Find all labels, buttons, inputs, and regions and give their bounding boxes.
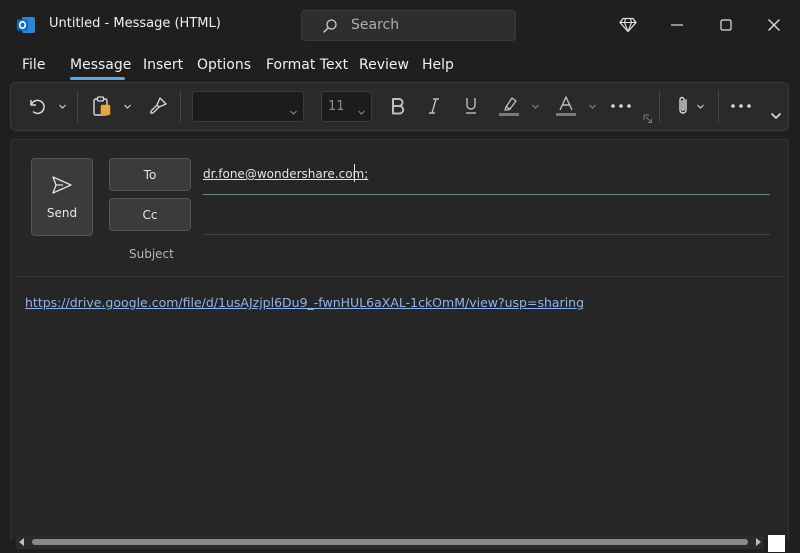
- send-label: Send: [46, 206, 78, 220]
- menu-message[interactable]: Message: [70, 57, 131, 73]
- menu-options[interactable]: Options: [197, 57, 251, 73]
- ribbon-divider: [180, 91, 181, 123]
- text-caret: [354, 164, 355, 182]
- premium-diamond-icon[interactable]: [616, 13, 640, 37]
- font-color-icon[interactable]: [553, 93, 579, 119]
- ribbon-divider: [77, 91, 78, 123]
- undo-dropdown-chevron-icon[interactable]: [56, 99, 68, 113]
- menu-help[interactable]: Help: [422, 57, 454, 73]
- scroll-left-arrow-icon[interactable]: [19, 538, 24, 546]
- close-icon[interactable]: [762, 13, 786, 37]
- font-size-value: 11: [328, 99, 345, 114]
- font-size-chevron-icon: [357, 102, 366, 115]
- font-name-select[interactable]: [192, 91, 304, 122]
- expand-ribbon-chevron-icon[interactable]: [769, 109, 783, 123]
- format-painter-icon[interactable]: [146, 94, 170, 118]
- subject-label: Subject: [129, 247, 174, 261]
- ribbon-divider: [718, 91, 719, 123]
- underline-icon[interactable]: [460, 94, 482, 118]
- ribbon-divider: [659, 91, 660, 123]
- search-box[interactable]: Search: [301, 10, 516, 41]
- font-color-dropdown-chevron-icon[interactable]: [586, 99, 598, 113]
- to-button[interactable]: To: [109, 158, 191, 191]
- title-bar: Untitled - Message (HTML) Search: [0, 0, 800, 50]
- header-divider: [16, 276, 784, 277]
- send-icon: [51, 174, 73, 196]
- cc-button[interactable]: Cc: [109, 198, 191, 231]
- outlook-app-icon: [16, 15, 36, 35]
- minimize-icon[interactable]: [665, 13, 689, 37]
- menu-file[interactable]: File: [22, 57, 45, 73]
- attach-file-icon[interactable]: [672, 94, 694, 118]
- font-size-select[interactable]: 11: [321, 91, 372, 122]
- maximize-icon[interactable]: [714, 13, 738, 37]
- search-placeholder: Search: [351, 17, 400, 33]
- bold-icon[interactable]: [387, 94, 409, 118]
- font-name-chevron-icon: [289, 102, 298, 115]
- to-field-underline[interactable]: [203, 194, 770, 195]
- active-tab-indicator: [70, 77, 125, 80]
- horizontal-scrollbar[interactable]: [16, 535, 764, 549]
- menu-review[interactable]: Review: [359, 57, 409, 73]
- dialog-launcher-icon[interactable]: [642, 113, 654, 125]
- body-link[interactable]: https://drive.google.com/file/d/1usAJzjp…: [25, 295, 584, 310]
- send-button[interactable]: Send: [31, 158, 93, 236]
- more-formatting-icon[interactable]: [609, 95, 633, 117]
- highlight-color-icon[interactable]: [496, 93, 522, 119]
- undo-icon[interactable]: [25, 95, 47, 117]
- ribbon-toolbar: 11: [10, 82, 789, 131]
- more-options-icon[interactable]: [729, 95, 753, 117]
- window-title: Untitled - Message (HTML): [49, 16, 221, 31]
- italic-icon[interactable]: [423, 94, 445, 118]
- paste-dropdown-chevron-icon[interactable]: [121, 99, 133, 113]
- to-recipient[interactable]: dr.fone@wondershare.com;: [203, 167, 368, 181]
- search-icon: [322, 18, 338, 34]
- cc-field-underline[interactable]: [203, 234, 770, 235]
- menu-format-text[interactable]: Format Text: [266, 57, 348, 73]
- scrollbar-thumb[interactable]: [32, 539, 748, 545]
- attach-dropdown-chevron-icon[interactable]: [694, 99, 706, 113]
- scrollbar-corner: [768, 535, 785, 552]
- highlight-dropdown-chevron-icon[interactable]: [529, 99, 541, 113]
- paste-clipboard-icon[interactable]: [90, 94, 114, 118]
- menu-insert[interactable]: Insert: [143, 57, 183, 73]
- scroll-right-arrow-icon[interactable]: [756, 538, 761, 546]
